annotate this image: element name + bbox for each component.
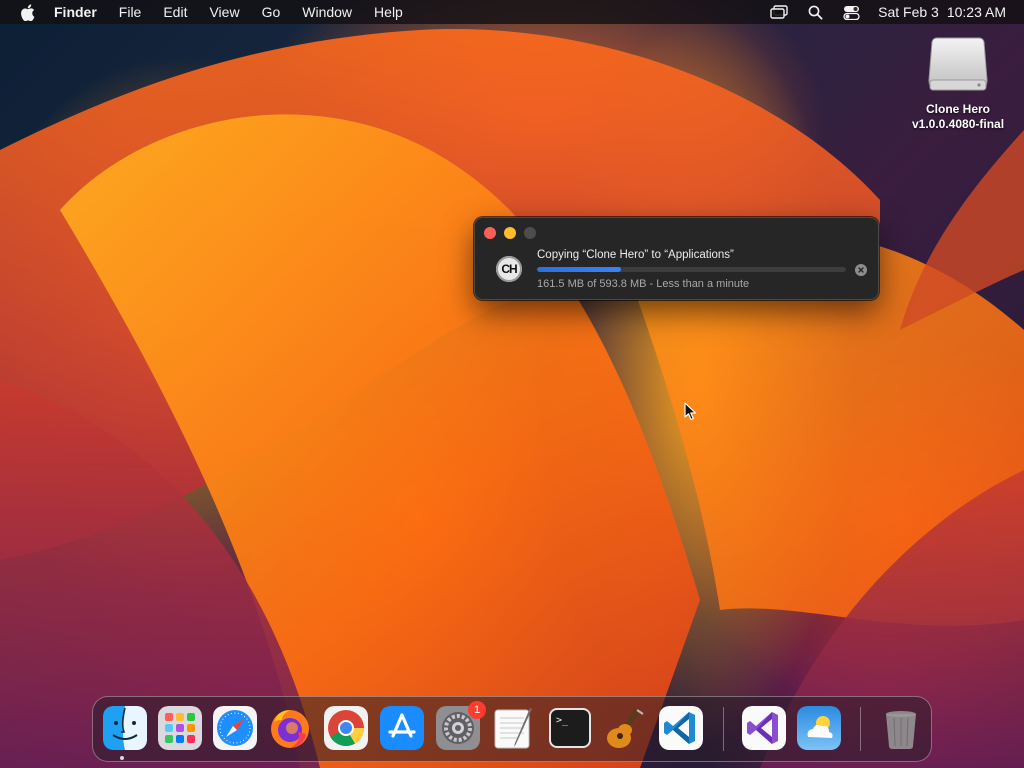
copy-progress-fill — [537, 267, 622, 272]
menu-app-finder[interactable]: Finder — [54, 0, 97, 24]
desktop-wallpaper — [0, 0, 1024, 768]
clock-date: Sat Feb 3 — [878, 4, 939, 20]
clock-time: 10:23 AM — [946, 4, 1006, 20]
menu-edit[interactable]: Edit — [163, 0, 187, 24]
visual-studio-icon[interactable] — [742, 706, 786, 750]
control-center-icon[interactable] — [842, 4, 860, 20]
dock: 1 >_ — [92, 696, 932, 762]
window-zoom-button — [524, 227, 536, 239]
menu-window[interactable]: Window — [302, 0, 352, 24]
svg-text:>_: >_ — [556, 715, 569, 726]
window-minimize-button[interactable] — [504, 227, 516, 239]
app-store-icon[interactable] — [380, 706, 424, 750]
copy-progress-bar — [537, 267, 846, 272]
chrome-icon[interactable] — [324, 706, 368, 750]
safari-icon[interactable] — [213, 706, 257, 750]
copy-title-text: Copying “Clone Hero” to “Applications” — [537, 249, 734, 261]
weather-icon[interactable] — [797, 706, 841, 750]
copy-status-text: 161.5 MB of 593.8 MB - Less than a minut… — [537, 278, 750, 290]
menu-help[interactable]: Help — [374, 0, 403, 24]
launchpad-icon[interactable] — [158, 706, 202, 750]
desktop-disk-clone-hero[interactable]: Clone Hero v1.0.0.4080-final — [898, 34, 1018, 132]
disk-label-name: Clone Hero — [925, 102, 990, 116]
cancel-copy-button[interactable] — [855, 264, 867, 276]
screen-mirroring-icon[interactable] — [770, 4, 788, 20]
system-settings-badge: 1 — [468, 701, 486, 719]
firefox-icon[interactable] — [268, 706, 312, 750]
wallpaper-shapes — [0, 29, 1024, 768]
menu-bar: Finder File Edit View Go Window Help Sat… — [0, 0, 1024, 24]
menu-go[interactable]: Go — [262, 0, 281, 24]
textedit-icon[interactable] — [492, 706, 536, 750]
menu-view[interactable]: View — [209, 0, 239, 24]
window-close-button[interactable] — [484, 227, 496, 239]
close-x-icon — [858, 267, 864, 273]
garageband-icon[interactable] — [603, 706, 647, 750]
terminal-icon[interactable]: >_ — [548, 706, 592, 750]
spotlight-search-icon[interactable] — [806, 4, 824, 20]
disk-image-icon — [928, 37, 988, 91]
finder-running-indicator — [120, 756, 124, 760]
menu-file[interactable]: File — [119, 0, 142, 24]
disk-label-version: v1.0.0.4080-final — [911, 117, 1005, 131]
menu-bar-status-area: Sat Feb 3 10:23 AM — [770, 0, 1006, 24]
dock-separator-trash — [860, 707, 861, 751]
menu-bar-clock[interactable]: Sat Feb 3 10:23 AM — [878, 4, 1006, 20]
dock-separator — [723, 707, 724, 751]
mouse-pointer-icon — [684, 402, 697, 421]
copy-progress-dialog: CH Copying “Clone Hero” to “Applications… — [474, 217, 879, 300]
vscode-icon[interactable] — [659, 706, 703, 750]
apple-logo-icon[interactable] — [18, 3, 36, 21]
finder-icon[interactable] — [103, 706, 147, 750]
trash-icon[interactable] — [879, 706, 923, 750]
clone-hero-app-icon: CH — [496, 256, 522, 282]
